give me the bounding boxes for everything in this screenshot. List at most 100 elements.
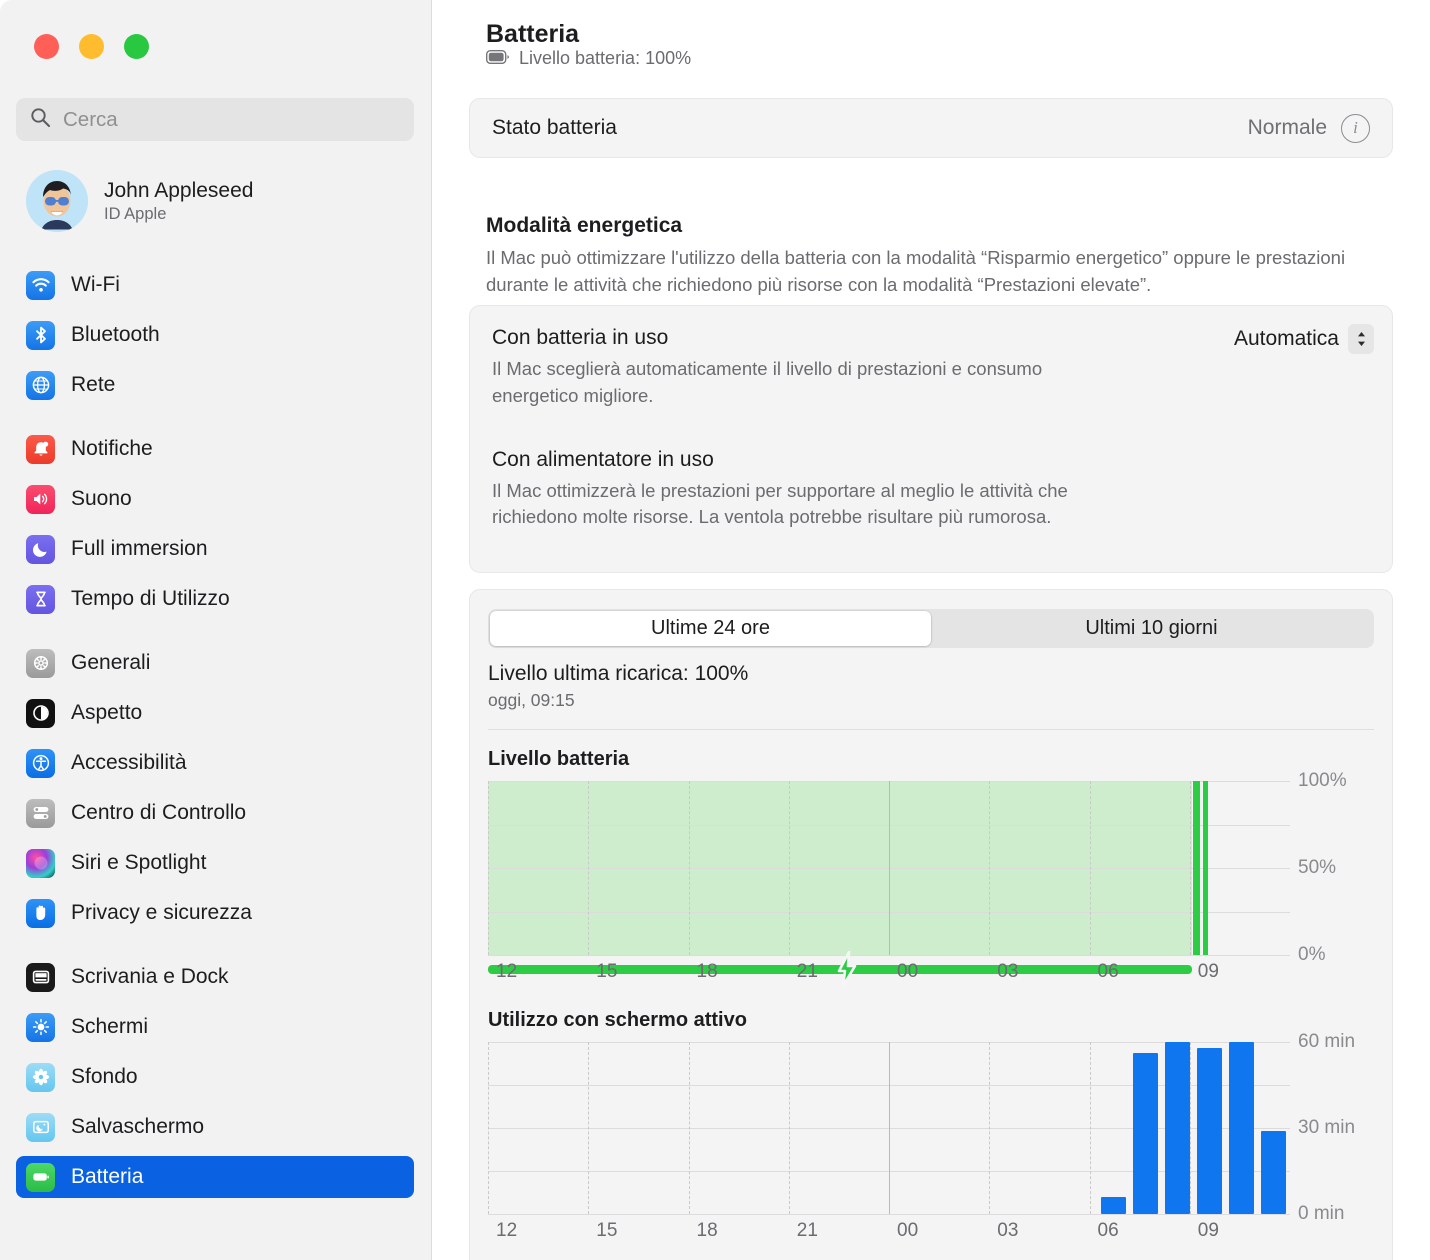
energy-mode-selected-value: Automatica	[1234, 327, 1339, 351]
brightness-sun-icon	[26, 1013, 55, 1042]
page-title: Batteria	[486, 20, 579, 49]
sidebar-item-desktop-dock[interactable]: Scrivania e Dock	[16, 956, 414, 998]
sidebar-item-privacy-security[interactable]: Privacy e sicurezza	[16, 892, 414, 934]
search-input[interactable]	[63, 108, 400, 132]
sidebar-item-label: Batteria	[71, 1165, 143, 1189]
x-tick-label: 12	[496, 961, 517, 983]
sidebar-item-label: Wi-Fi	[71, 273, 120, 297]
energy-mode-popup-button[interactable]: Automatica	[1234, 324, 1374, 354]
gridline-vertical	[588, 1042, 589, 1214]
sidebar-item-label: Scrivania e Dock	[71, 965, 229, 989]
sidebar-item-screentime[interactable]: Tempo di Utilizzo	[16, 578, 414, 620]
x-tick-label: 18	[697, 1220, 718, 1242]
hourglass-icon	[26, 585, 55, 614]
gear-icon	[26, 649, 55, 678]
battery-full-icon	[486, 48, 510, 69]
sidebar-item-wifi[interactable]: Wi-Fi	[16, 264, 414, 306]
chevron-updown-icon	[1348, 324, 1374, 354]
gridline-vertical	[989, 781, 990, 955]
last-charge-label: Livello ultima ricarica: 100%	[488, 662, 1392, 686]
gridline-vertical	[1090, 1042, 1091, 1214]
battery-level-bar	[1203, 781, 1208, 955]
sidebar-item-bluetooth[interactable]: Bluetooth	[16, 314, 414, 356]
sidebar-item-battery[interactable]: Batteria	[16, 1156, 414, 1198]
on-power-title: Con alimentatore in uso	[492, 448, 1370, 472]
sidebar-item-network[interactable]: Rete	[16, 364, 414, 406]
account-name: John Appleseed	[104, 179, 253, 203]
sidebar-group-alerts: Notifiche Suono Full immersion	[16, 428, 414, 620]
battery-level-y-axis: 100%50%0%	[1290, 781, 1374, 955]
network-globe-icon	[26, 371, 55, 400]
search-icon	[30, 107, 51, 133]
minimize-button[interactable]	[79, 34, 104, 59]
x-tick-label: 00	[897, 961, 918, 983]
gridline-vertical	[889, 781, 890, 955]
battery-level-subtitle: Livello batteria: 100%	[486, 48, 691, 69]
gridline-vertical	[889, 1042, 890, 1214]
sidebar-group-appearance: Scrivania e Dock Schermi Sfondo	[16, 956, 414, 1198]
sidebar-item-siri-spotlight[interactable]: Siri e Spotlight	[16, 842, 414, 884]
segment-last-10-days[interactable]: Ultimi 10 giorni	[931, 611, 1372, 646]
speaker-icon	[26, 485, 55, 514]
x-tick-label: 03	[997, 1220, 1018, 1242]
sidebar-item-label: Centro di Controllo	[71, 801, 246, 825]
main-content: Batteria Livello batteria: 100% Stato ba…	[432, 0, 1430, 1260]
sidebar-item-general[interactable]: Generali	[16, 642, 414, 684]
gridline-vertical	[1190, 781, 1191, 955]
x-tick-label: 00	[897, 1220, 918, 1242]
window-controls	[34, 34, 149, 59]
zoom-button[interactable]	[124, 34, 149, 59]
info-circle-icon[interactable]: i	[1341, 114, 1370, 143]
account-row[interactable]: John Appleseed ID Apple	[26, 166, 416, 236]
gridline-vertical	[689, 781, 690, 955]
sidebar-item-control-center[interactable]: Centro di Controllo	[16, 792, 414, 834]
x-tick-label: 15	[596, 961, 617, 983]
sidebar-item-sound[interactable]: Suono	[16, 478, 414, 520]
sidebar-item-accessibility[interactable]: Accessibilità	[16, 742, 414, 784]
usage-bar	[1101, 1197, 1126, 1214]
sidebar-item-wallpaper[interactable]: Sfondo	[16, 1056, 414, 1098]
bluetooth-icon	[26, 321, 55, 350]
sidebar-item-label: Privacy e sicurezza	[71, 901, 252, 925]
system-settings-window: John Appleseed ID Apple Wi-Fi Bluetooth	[0, 0, 1430, 1260]
time-range-segmented-control[interactable]: Ultime 24 ore Ultimi 10 giorni	[488, 609, 1374, 648]
divider	[488, 729, 1374, 730]
on-battery-description: Il Mac sceglierà automaticamente il live…	[492, 356, 1112, 410]
bell-icon	[26, 435, 55, 464]
close-button[interactable]	[34, 34, 59, 59]
x-tick-label: 18	[697, 961, 718, 983]
y-tick-label: 50%	[1298, 857, 1336, 879]
energy-mode-description: Il Mac può ottimizzare l'utilizzo della …	[486, 244, 1366, 298]
sidebar-item-label: Full immersion	[71, 537, 208, 561]
battery-health-label: Stato batteria	[492, 116, 617, 140]
sidebar-item-focus[interactable]: Full immersion	[16, 528, 414, 570]
sidebar-item-label: Generali	[71, 651, 150, 675]
wallpaper-flower-icon	[26, 1063, 55, 1092]
sidebar-item-label: Accessibilità	[71, 751, 187, 775]
on-battery-row: Con batteria in uso Il Mac sceglierà aut…	[470, 306, 1392, 410]
sidebar: John Appleseed ID Apple Wi-Fi Bluetooth	[0, 0, 432, 1260]
sidebar-item-displays[interactable]: Schermi	[16, 1006, 414, 1048]
y-tick-label: 60 min	[1298, 1031, 1355, 1053]
sidebar-nav: Wi-Fi Bluetooth Rete	[16, 264, 414, 1198]
x-tick-label: 21	[797, 1220, 818, 1242]
energy-mode-title: Modalità energetica	[486, 214, 682, 238]
sidebar-item-label: Salvaschermo	[71, 1115, 204, 1139]
gridline-vertical	[689, 1042, 690, 1214]
segment-last-24-hours[interactable]: Ultime 24 ore	[490, 611, 931, 646]
sidebar-item-label: Sfondo	[71, 1065, 138, 1089]
battery-health-card: Stato batteria Normale i	[469, 98, 1393, 158]
sidebar-item-notifications[interactable]: Notifiche	[16, 428, 414, 470]
sidebar-item-appearance[interactable]: Aspetto	[16, 692, 414, 734]
sidebar-item-label: Schermi	[71, 1015, 148, 1039]
x-tick-label: 21	[797, 961, 818, 983]
sidebar-item-screensaver[interactable]: Salvaschermo	[16, 1106, 414, 1148]
search-field[interactable]	[16, 98, 414, 141]
x-tick-label: 12	[496, 1220, 517, 1242]
usage-bar	[1229, 1042, 1254, 1214]
avatar	[26, 170, 88, 232]
x-tick-label: 09	[1198, 961, 1219, 983]
y-tick-label: 30 min	[1298, 1117, 1355, 1139]
sidebar-item-label: Rete	[71, 373, 115, 397]
battery-level-bar	[1193, 781, 1200, 955]
